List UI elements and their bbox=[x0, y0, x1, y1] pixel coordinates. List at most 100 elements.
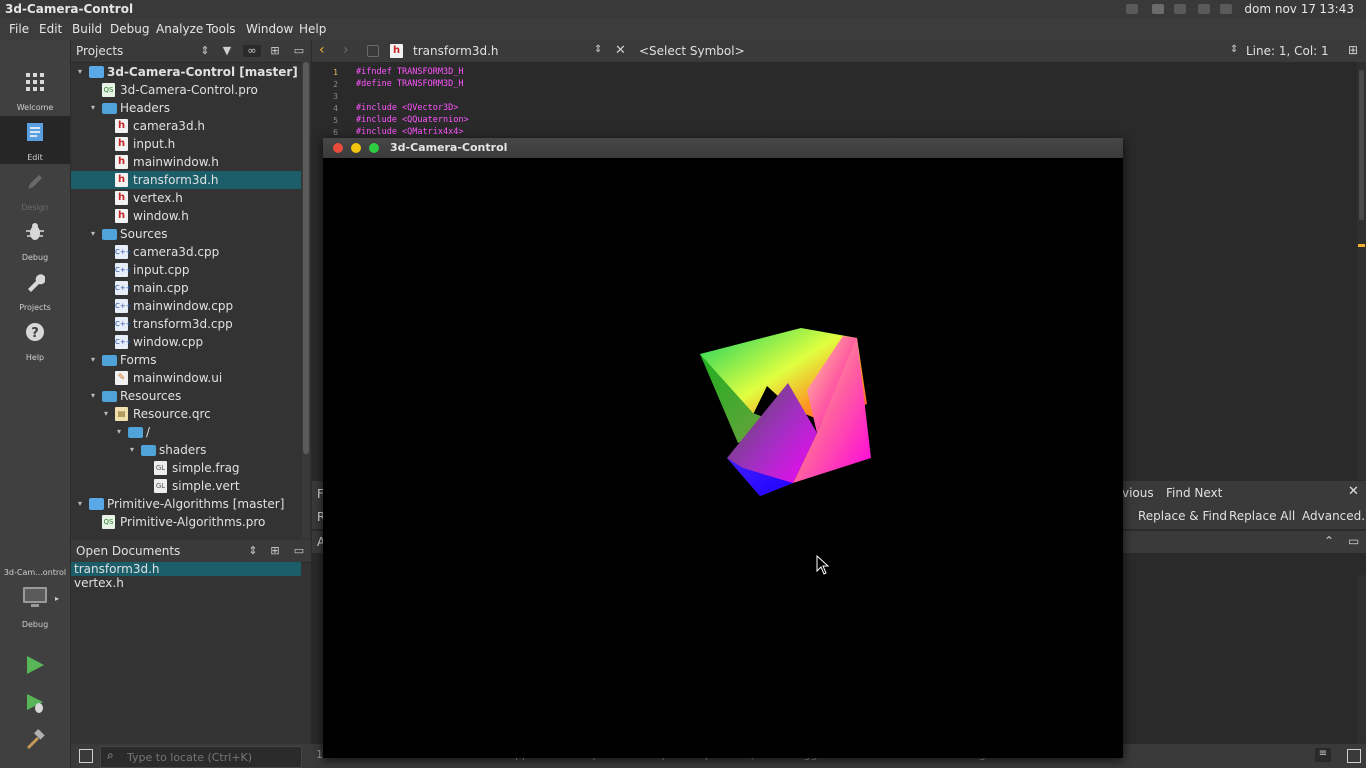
app-window-titlebar[interactable]: 3d-Camera-Control bbox=[323, 138, 1123, 158]
projects-panel-title[interactable]: Projects bbox=[76, 44, 123, 58]
mode-debug[interactable]: Debug bbox=[0, 216, 70, 264]
back-arrow-icon[interactable]: ‹ bbox=[319, 42, 325, 58]
mode-welcome[interactable]: Welcome bbox=[0, 66, 70, 114]
debug-run-icon[interactable] bbox=[24, 692, 46, 714]
link-sync-icon[interactable]: ∞ bbox=[243, 45, 261, 57]
code-line[interactable]: #include <QVector3D> bbox=[356, 103, 458, 113]
app-window[interactable]: 3d-Camera-Control bbox=[323, 138, 1123, 758]
tree-item[interactable]: h transform3d.h bbox=[71, 171, 301, 189]
projects-scrollbar[interactable] bbox=[302, 62, 310, 538]
locator-input[interactable] bbox=[125, 749, 299, 765]
tree-item[interactable]: h mainwindow.h bbox=[71, 153, 301, 171]
close-output-icon[interactable]: ▭ bbox=[1348, 534, 1359, 548]
system-date[interactable]: dom nov 17 bbox=[1244, 2, 1316, 16]
code-line[interactable]: #ifndef TRANSFORM3D_H bbox=[356, 67, 463, 77]
expand-arrow-icon[interactable]: ▾ bbox=[127, 441, 137, 459]
tree-item[interactable]: ✎ mainwindow.ui bbox=[71, 369, 301, 387]
replace-all-button[interactable]: Replace All bbox=[1229, 509, 1295, 523]
open-document-item[interactable]: transform3d.h bbox=[71, 562, 301, 576]
tree-item[interactable]: C++ main.cpp bbox=[71, 279, 301, 297]
tree-item[interactable]: ▾ ▤ Resource.qrc bbox=[71, 405, 301, 423]
tree-item[interactable]: C++ camera3d.cpp bbox=[71, 243, 301, 261]
menu-build[interactable]: Build bbox=[72, 22, 102, 36]
close-file-icon[interactable]: ✕ bbox=[615, 43, 626, 58]
battery-icon[interactable] bbox=[1198, 4, 1210, 14]
toggle-right-sidebar-icon[interactable] bbox=[1347, 749, 1361, 763]
close-panel-icon[interactable]: ▭ bbox=[293, 45, 305, 57]
open-document-item[interactable]: vertex.h bbox=[71, 576, 301, 590]
view-switch-icon[interactable]: ⇕ bbox=[247, 545, 259, 557]
expand-arrow-icon[interactable]: ▾ bbox=[101, 405, 111, 423]
forward-arrow-icon[interactable]: › bbox=[343, 42, 349, 58]
tree-item[interactable]: ▾ 3d-Camera-Control [master] bbox=[71, 63, 301, 81]
tree-item[interactable]: h vertex.h bbox=[71, 189, 301, 207]
tree-item[interactable]: C++ input.cpp bbox=[71, 261, 301, 279]
menu-help[interactable]: Help bbox=[299, 22, 326, 36]
tree-item[interactable]: h camera3d.h bbox=[71, 117, 301, 135]
cursor-position[interactable]: Line: 1, Col: 1 bbox=[1246, 44, 1329, 58]
tree-item[interactable]: ▾ Primitive-Algorithms [master] bbox=[71, 495, 301, 513]
split-editor-icon[interactable]: ⊞ bbox=[1348, 43, 1358, 57]
lock-icon[interactable] bbox=[367, 45, 379, 57]
tree-item[interactable]: ▾ Headers bbox=[71, 99, 301, 117]
network-arrows-icon[interactable] bbox=[1126, 4, 1138, 14]
tree-item[interactable]: C++ transform3d.cpp bbox=[71, 315, 301, 333]
code-line[interactable]: #include <QQuaternion> bbox=[356, 115, 469, 125]
tree-item[interactable]: h window.h bbox=[71, 207, 301, 225]
tree-item[interactable]: QS 3d-Camera-Control.pro bbox=[71, 81, 301, 99]
split-panel-icon[interactable]: ⊞ bbox=[269, 45, 281, 57]
code-line[interactable]: #include <QMatrix4x4> bbox=[356, 127, 463, 137]
mode-edit[interactable]: Edit bbox=[0, 116, 70, 164]
tree-item[interactable]: ▾ / bbox=[71, 423, 301, 441]
menu-edit[interactable]: Edit bbox=[39, 22, 62, 36]
expand-arrow-icon[interactable]: ▾ bbox=[88, 99, 98, 117]
find-next-button[interactable]: Find Next bbox=[1166, 486, 1222, 500]
tree-item[interactable]: GL simple.vert bbox=[71, 477, 301, 495]
expand-arrow-icon[interactable]: ▾ bbox=[114, 423, 124, 441]
system-clock[interactable]: 13:43 bbox=[1319, 2, 1354, 16]
find-previous-button[interactable]: vious bbox=[1122, 486, 1154, 500]
toggle-sidebar-icon[interactable] bbox=[79, 749, 93, 763]
open-documents-title[interactable]: Open Documents bbox=[76, 544, 180, 558]
maximize-output-icon[interactable]: ⌃ bbox=[1324, 534, 1334, 548]
menu-tools[interactable]: Tools bbox=[206, 22, 236, 36]
close-panel-icon[interactable]: ▭ bbox=[293, 545, 305, 557]
replace-find-button[interactable]: Replace & Find bbox=[1138, 509, 1227, 523]
expand-arrow-icon[interactable]: ▾ bbox=[75, 495, 85, 513]
output-scrollbar[interactable] bbox=[1357, 575, 1366, 743]
mode-design[interactable]: Design bbox=[0, 166, 70, 214]
mode-projects[interactable]: Projects bbox=[0, 266, 70, 314]
minimize-window-icon[interactable] bbox=[351, 143, 361, 153]
tree-item[interactable]: h input.h bbox=[71, 135, 301, 153]
editor-scrollbar[interactable] bbox=[1357, 62, 1366, 480]
tree-item[interactable]: GL simple.frag bbox=[71, 459, 301, 477]
kit-selector[interactable]: ▸ Debug bbox=[0, 584, 70, 630]
tree-item[interactable]: C++ mainwindow.cpp bbox=[71, 297, 301, 315]
toggle-output-icon[interactable]: ≡ bbox=[1315, 748, 1331, 762]
maximize-window-icon[interactable] bbox=[369, 143, 379, 153]
mode-help[interactable]: ? Help bbox=[0, 316, 70, 364]
volume-icon[interactable] bbox=[1220, 4, 1232, 14]
editor-filename[interactable]: transform3d.h bbox=[413, 44, 499, 58]
view-switch-icon[interactable]: ⇕ bbox=[199, 45, 211, 57]
menu-analyze[interactable]: Analyze bbox=[156, 22, 203, 36]
expand-arrow-icon[interactable]: ▾ bbox=[88, 225, 98, 243]
notification-icon[interactable] bbox=[1174, 4, 1186, 14]
tree-item[interactable]: ▾ Sources bbox=[71, 225, 301, 243]
symbol-selector[interactable]: <Select Symbol> bbox=[639, 44, 745, 58]
scroll-thumb[interactable] bbox=[1359, 70, 1364, 220]
build-hammer-icon[interactable] bbox=[24, 728, 46, 750]
expand-arrow-icon[interactable]: ▾ bbox=[88, 351, 98, 369]
symbol-dropdown-icon[interactable]: ⇕ bbox=[1230, 44, 1238, 55]
close-find-icon[interactable]: ✕ bbox=[1348, 484, 1359, 499]
scroll-thumb[interactable] bbox=[303, 62, 309, 454]
tree-item[interactable]: QS Primitive-Algorithms.pro bbox=[71, 513, 301, 531]
keyboard-icon[interactable] bbox=[1152, 4, 1164, 14]
menu-window[interactable]: Window bbox=[246, 22, 293, 36]
filter-icon[interactable]: ▼ bbox=[221, 45, 233, 57]
code-line[interactable]: #define TRANSFORM3D_H bbox=[356, 79, 463, 89]
locator[interactable]: ⌕ bbox=[100, 746, 302, 768]
tree-item[interactable]: ▾ Resources bbox=[71, 387, 301, 405]
split-panel-icon[interactable]: ⊞ bbox=[269, 545, 281, 557]
menu-file[interactable]: File bbox=[9, 22, 29, 36]
